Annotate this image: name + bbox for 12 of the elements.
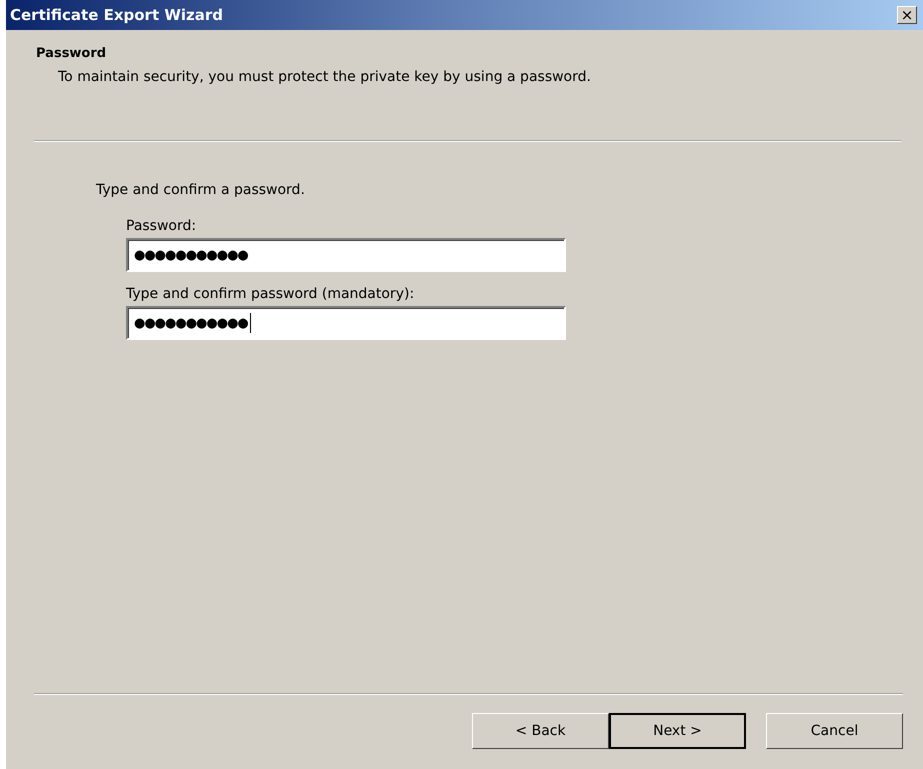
field-label: Type and confirm password (mandatory): [126, 286, 416, 302]
close-button[interactable]: × [897, 6, 917, 24]
wizard-button[interactable]: < Back [472, 713, 609, 749]
field-label: Password: [126, 218, 198, 234]
instruction-text: Type and confirm a password. [96, 182, 306, 198]
password-field[interactable]: ●●●●●●●●●●● [126, 238, 566, 272]
window-title: Certificate Export Wizard [10, 6, 224, 24]
wizard-button[interactable]: Next > [609, 713, 746, 749]
page-title: Password [36, 46, 108, 61]
password-field[interactable]: ●●●●●●●●●●● [126, 306, 566, 340]
page-subtitle: To maintain security, you must protect the private key by using a password. [58, 69, 592, 85]
wizard-button[interactable]: Cancel [766, 713, 903, 749]
